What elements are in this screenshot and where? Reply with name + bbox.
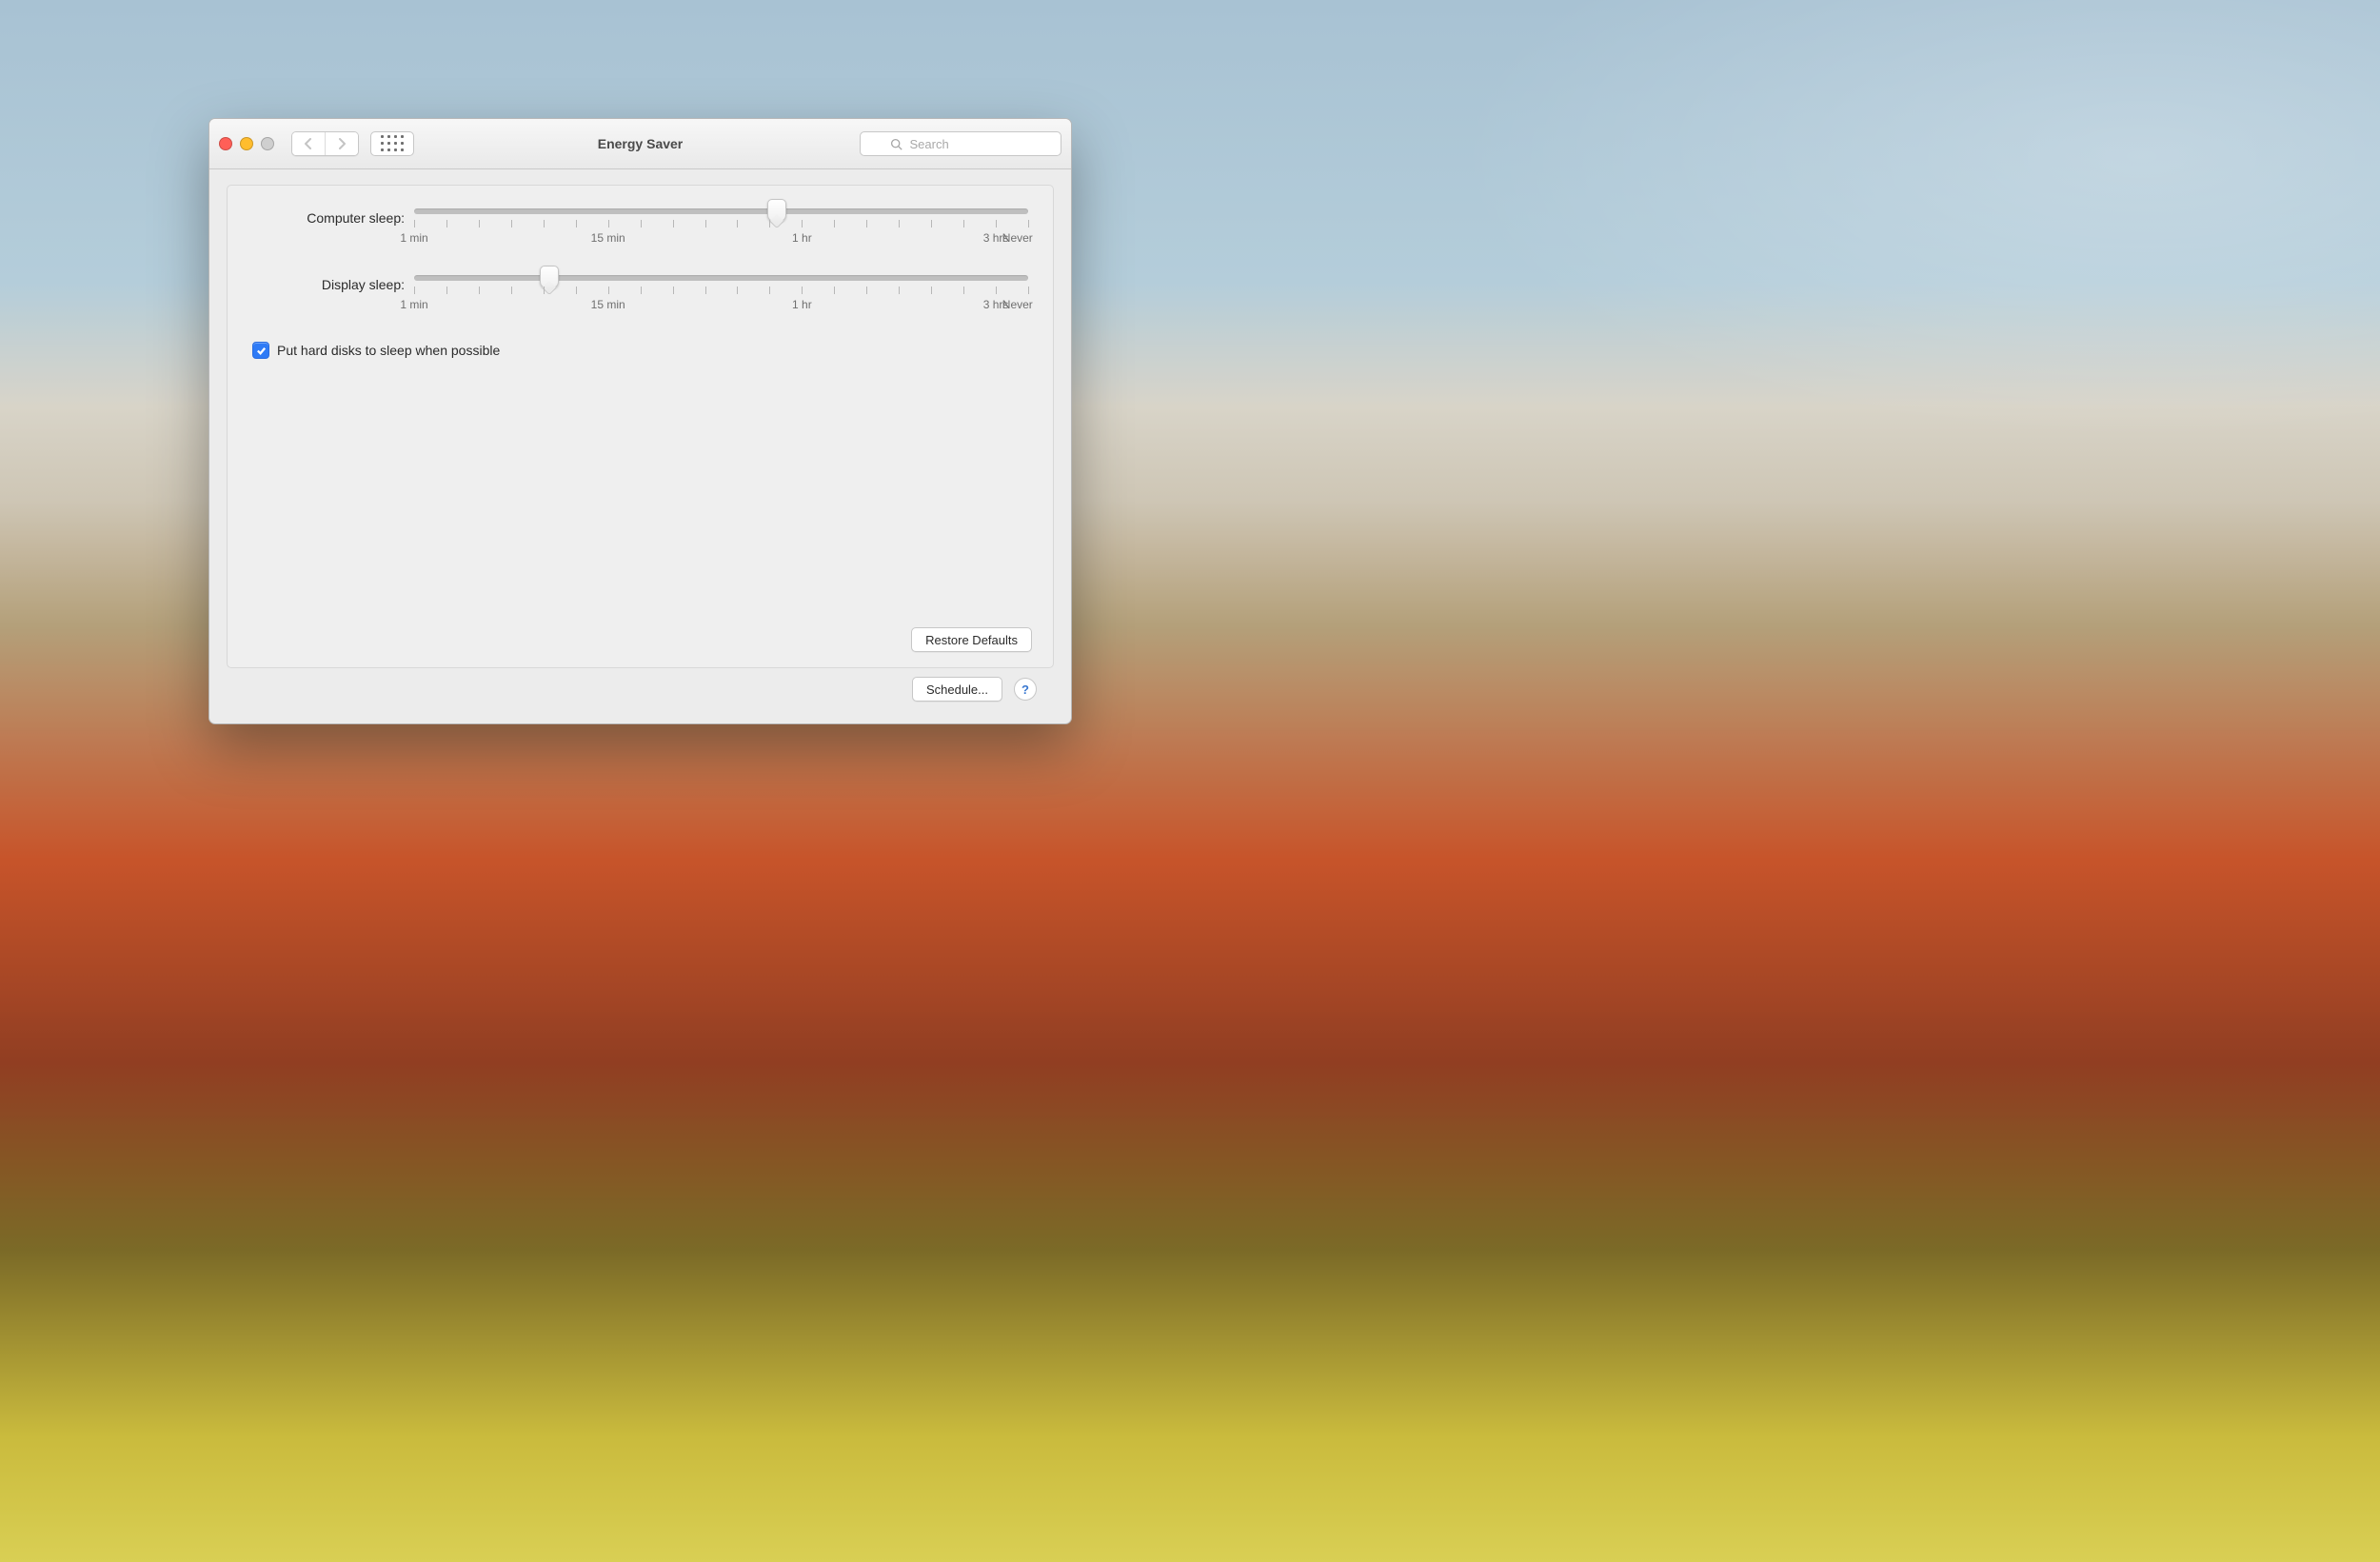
- window-controls: [219, 137, 274, 150]
- chevron-right-icon: [337, 138, 347, 149]
- grid-icon: [381, 135, 405, 152]
- back-button[interactable]: [292, 132, 325, 155]
- chevron-left-icon: [304, 138, 313, 149]
- slider-ticks: [414, 220, 1028, 229]
- restore-defaults-button[interactable]: Restore Defaults: [911, 627, 1032, 652]
- help-button[interactable]: ?: [1014, 678, 1037, 701]
- display-sleep-label: Display sleep:: [252, 277, 405, 292]
- search-field[interactable]: [860, 131, 1061, 156]
- computer-sleep-row: Computer sleep: 1 min15 min1 hr3 hrsNeve…: [252, 208, 1028, 248]
- search-input[interactable]: [908, 136, 1032, 152]
- slider-track: [414, 208, 1028, 214]
- search-icon: [890, 138, 902, 150]
- bottom-bar: Schedule... ?: [227, 668, 1054, 710]
- nav-segmented-control: [291, 131, 359, 156]
- slider-tick-labels: 1 min15 min1 hr3 hrsNever: [414, 231, 1028, 248]
- zoom-button: [261, 137, 274, 150]
- show-all-button[interactable]: [370, 131, 414, 156]
- preferences-window: Energy Saver Computer sleep: 1 min15 min…: [208, 118, 1072, 724]
- hard-disks-checkbox-label: Put hard disks to sleep when possible: [277, 343, 500, 358]
- computer-sleep-label: Computer sleep:: [252, 210, 405, 226]
- display-sleep-slider[interactable]: 1 min15 min1 hr3 hrsNever: [414, 275, 1028, 315]
- settings-panel: Computer sleep: 1 min15 min1 hr3 hrsNeve…: [227, 185, 1054, 668]
- hard-disks-checkbox-row: Put hard disks to sleep when possible: [252, 342, 1028, 359]
- slider-thumb[interactable]: [767, 199, 786, 222]
- display-sleep-row: Display sleep: 1 min15 min1 hr3 hrsNever: [252, 275, 1028, 315]
- slider-track: [414, 275, 1028, 281]
- content-area: Computer sleep: 1 min15 min1 hr3 hrsNeve…: [209, 169, 1071, 723]
- checkmark-icon: [256, 346, 267, 356]
- computer-sleep-slider[interactable]: 1 min15 min1 hr3 hrsNever: [414, 208, 1028, 248]
- slider-thumb[interactable]: [540, 266, 559, 288]
- schedule-button[interactable]: Schedule...: [912, 677, 1002, 702]
- window-toolbar: Energy Saver: [209, 119, 1071, 169]
- minimize-button[interactable]: [240, 137, 253, 150]
- slider-tick-labels: 1 min15 min1 hr3 hrsNever: [414, 298, 1028, 315]
- slider-ticks: [414, 287, 1028, 296]
- hard-disks-checkbox[interactable]: [252, 342, 269, 359]
- close-button[interactable]: [219, 137, 232, 150]
- forward-button[interactable]: [325, 132, 358, 155]
